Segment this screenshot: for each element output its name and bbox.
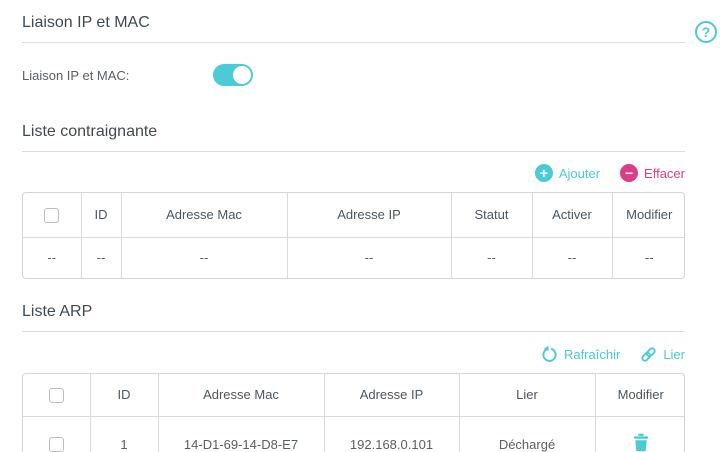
select-all-checkbox[interactable] [44, 208, 59, 223]
ip-mac-binding-toggle[interactable] [213, 64, 253, 86]
section-title-ip-mac-binding: Liaison IP et MAC [22, 13, 685, 33]
section-title-binding-list: Liste contraignante [22, 122, 685, 142]
empty-cell: -- [81, 237, 121, 278]
delete-button-label: Effacer [644, 166, 685, 181]
refresh-button-label: Rafraîchir [564, 347, 620, 362]
plus-circle-icon: + [535, 164, 553, 182]
trash-icon [633, 433, 649, 452]
toggle-knob [233, 66, 251, 84]
binding-table-header-row: ID Adresse Mac Adresse IP Statut Activer… [23, 193, 685, 237]
arp-row-id: 1 [90, 416, 158, 452]
refresh-icon [541, 346, 558, 363]
select-all-cell [23, 193, 81, 237]
arp-row-mac: 14-D1-69-14-D8-E7 [158, 416, 324, 452]
col-header-mac: Adresse Mac [158, 374, 324, 416]
col-header-enable: Activer [532, 193, 612, 237]
empty-cell: -- [451, 237, 532, 278]
arp-row-modify-cell [595, 416, 685, 452]
add-button[interactable]: + Ajouter [535, 164, 600, 182]
arp-list-table: ID Adresse Mac Adresse IP Lier Modifier … [22, 373, 685, 452]
bind-button[interactable]: Lier [640, 346, 685, 363]
arp-table-row: 1 14-D1-69-14-D8-E7 192.168.0.101 Déchar… [23, 416, 685, 452]
bind-button-label: Lier [663, 347, 685, 362]
delete-row-button[interactable] [633, 433, 649, 452]
refresh-button[interactable]: Rafraîchir [541, 346, 620, 363]
ip-mac-binding-page: ? Liaison IP et MAC Liaison IP et MAC: L… [0, 13, 723, 452]
arp-row-ip: 192.168.0.101 [324, 416, 459, 452]
select-all-cell [23, 374, 90, 416]
arp-table-header-row: ID Adresse Mac Adresse IP Lier Modifier [23, 374, 685, 416]
empty-cell: -- [23, 237, 81, 278]
row-checkbox[interactable] [49, 437, 64, 452]
col-header-ip: Adresse IP [324, 374, 459, 416]
section-title-arp-list: Liste ARP [22, 302, 685, 322]
col-header-ip: Adresse IP [287, 193, 451, 237]
delete-button[interactable]: − Effacer [620, 164, 685, 182]
ip-mac-binding-toggle-label: Liaison IP et MAC: [22, 68, 213, 83]
empty-cell: -- [532, 237, 612, 278]
help-icon[interactable]: ? [695, 21, 717, 43]
row-select-cell [23, 416, 90, 452]
empty-cell: -- [121, 237, 287, 278]
col-header-id: ID [90, 374, 158, 416]
binding-list-table: ID Adresse Mac Adresse IP Statut Activer… [22, 192, 685, 279]
binding-list-actions: + Ajouter − Effacer [22, 163, 685, 183]
col-header-bind: Lier [459, 374, 595, 416]
divider [22, 151, 685, 152]
minus-circle-icon: − [620, 164, 638, 182]
col-header-id: ID [81, 193, 121, 237]
divider [22, 42, 685, 43]
empty-cell: -- [612, 237, 685, 278]
col-header-modify: Modifier [595, 374, 685, 416]
arp-row-bind-status: Déchargé [459, 416, 595, 452]
empty-cell: -- [287, 237, 451, 278]
select-all-checkbox[interactable] [49, 388, 64, 403]
arp-list-actions: Rafraîchir Lier [22, 344, 685, 364]
col-header-status: Statut [451, 193, 532, 237]
divider [22, 331, 685, 332]
binding-table-empty-row: -- -- -- -- -- -- -- [23, 237, 685, 278]
add-button-label: Ajouter [559, 166, 600, 181]
col-header-mac: Adresse Mac [121, 193, 287, 237]
ip-mac-binding-toggle-row: Liaison IP et MAC: [22, 64, 685, 86]
col-header-modify: Modifier [612, 193, 685, 237]
chain-link-icon [640, 346, 657, 363]
